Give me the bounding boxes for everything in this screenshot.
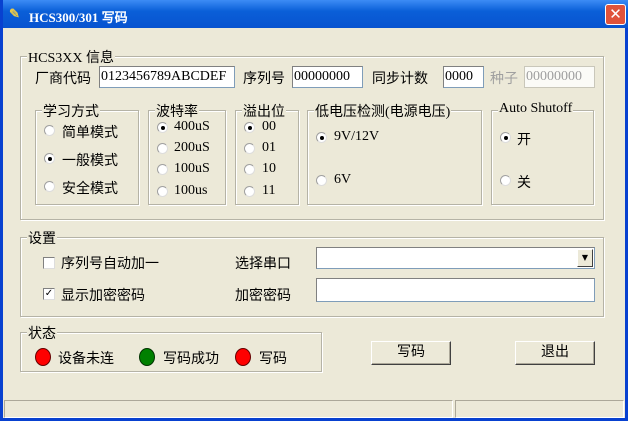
seed-input: 00000000: [524, 66, 595, 88]
auto-shutoff-option-label: 关: [517, 176, 531, 191]
write-status-label: 写码: [259, 352, 287, 367]
overflow-radio-00[interactable]: [244, 122, 255, 133]
vendor-label: 厂商代码: [35, 72, 91, 87]
baud-radio-400us[interactable]: [157, 122, 168, 133]
device-status-label: 设备未连: [58, 352, 114, 367]
overflow-radio-10[interactable]: [244, 164, 255, 175]
write-success-label: 写码成功: [163, 352, 219, 367]
seed-label: 种子: [490, 72, 518, 87]
serial-auto-increment-label: 序列号自动加一: [61, 257, 159, 272]
auto-shutoff-option-label: 开: [517, 133, 531, 148]
baud-option-label: 100us: [174, 183, 208, 198]
write-success-led-icon: [139, 348, 155, 366]
overflow-radio-11[interactable]: [244, 186, 255, 197]
learn-mode-legend: 学习方式: [42, 101, 100, 121]
sync-counter-input[interactable]: 0000: [443, 66, 484, 88]
status-legend: 状态: [27, 323, 57, 343]
low-voltage-legend: 低电压检测(电源电压): [314, 101, 452, 121]
write-button[interactable]: 写码: [371, 341, 451, 365]
overflow-radio-01[interactable]: [244, 143, 255, 154]
serial-label: 序列号: [243, 72, 285, 87]
status-bar-pane-1: [4, 400, 453, 418]
learn-option-label: 一般模式: [62, 154, 118, 169]
info-legend: HCS3XX 信息: [27, 47, 115, 67]
overflow-option-label: 10: [262, 161, 276, 176]
learn-radio-simple[interactable]: [44, 125, 55, 136]
voltage-radio-9v12v[interactable]: [316, 132, 327, 143]
auto-shutoff-group: Auto Shutoff: [491, 101, 594, 205]
baud-option-label: 100uS: [174, 161, 210, 176]
overflow-option-label: 01: [262, 140, 276, 155]
status-bar-pane-2: [455, 400, 624, 418]
chevron-down-icon[interactable]: ▼: [577, 249, 593, 267]
overflow-option-label: 11: [262, 183, 276, 198]
learn-radio-secure[interactable]: [44, 181, 55, 192]
write-led-icon: [235, 348, 251, 366]
baud-radio-100us[interactable]: [157, 164, 168, 175]
serial-input[interactable]: 00000000: [292, 66, 363, 88]
auto-shutoff-legend: Auto Shutoff: [498, 101, 574, 117]
port-label: 选择串口: [235, 257, 291, 272]
vendor-code-input[interactable]: 0123456789ABCDEF: [99, 66, 235, 88]
baud-radio-100us-2[interactable]: [157, 186, 168, 197]
baud-radio-200us[interactable]: [157, 143, 168, 154]
baud-option-label: 400uS: [174, 119, 210, 134]
title-bar: ✎ HCS300/301 写码 ✕: [3, 0, 628, 28]
voltage-option-label: 9V/12V: [334, 129, 380, 144]
key-input[interactable]: [316, 278, 595, 302]
low-voltage-group: 低电压检测(电源电压): [307, 101, 482, 205]
window-title: HCS300/301 写码: [29, 10, 128, 25]
learn-radio-normal[interactable]: [44, 153, 55, 164]
learn-option-label: 安全模式: [62, 182, 118, 197]
settings-legend: 设置: [27, 228, 57, 248]
device-status-led-icon: [35, 348, 51, 366]
auto-shutoff-radio-off[interactable]: [500, 175, 511, 186]
close-button[interactable]: ✕: [605, 4, 626, 25]
baud-option-label: 200uS: [174, 140, 210, 155]
auto-shutoff-radio-on[interactable]: [500, 132, 511, 143]
voltage-radio-6v[interactable]: [316, 175, 327, 186]
sync-label: 同步计数: [372, 72, 428, 87]
learn-option-label: 简单模式: [62, 126, 118, 141]
exit-button[interactable]: 退出: [515, 341, 595, 365]
key-label: 加密密码: [235, 289, 291, 304]
port-select[interactable]: ▼: [316, 247, 595, 269]
serial-auto-increment-checkbox[interactable]: [43, 257, 55, 269]
app-icon: ✎: [9, 6, 20, 21]
baud-legend: 波特率: [155, 101, 199, 121]
overflow-legend: 溢出位: [242, 101, 286, 121]
voltage-option-label: 6V: [334, 172, 352, 187]
show-key-checkbox[interactable]: ✓: [43, 288, 55, 300]
overflow-option-label: 00: [262, 119, 276, 134]
show-key-label: 显示加密密码: [61, 289, 145, 304]
